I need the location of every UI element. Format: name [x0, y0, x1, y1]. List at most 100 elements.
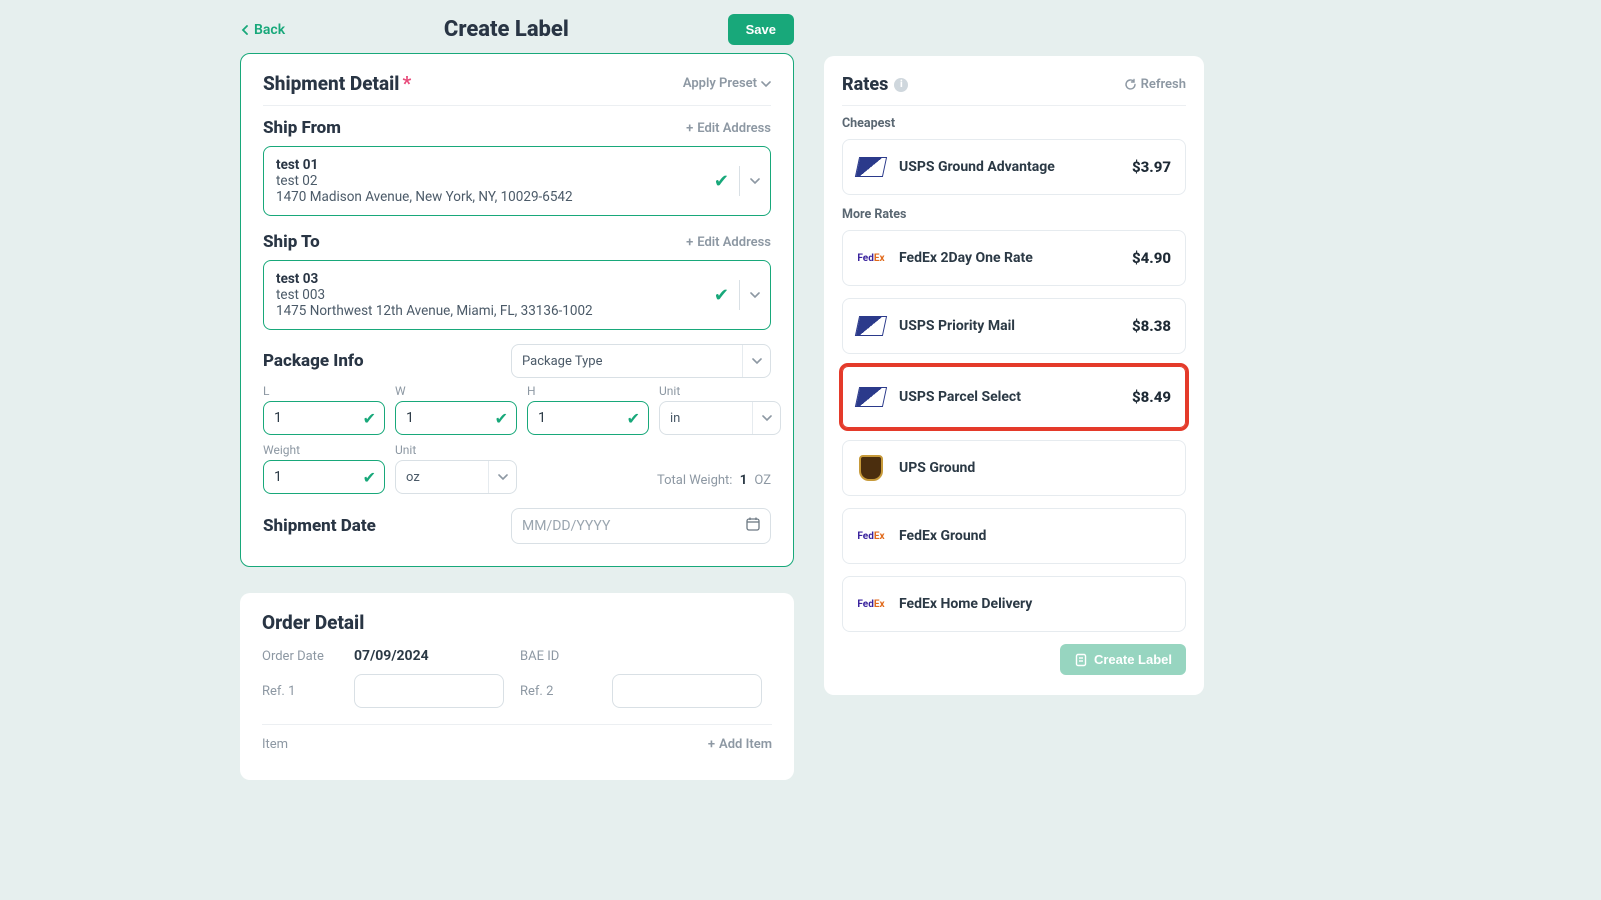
add-item-link[interactable]: + Add Item — [708, 737, 772, 752]
back-link[interactable]: Back — [240, 22, 285, 38]
ship-to-line2: test 003 — [276, 287, 758, 303]
rate-price: $8.38 — [1132, 317, 1171, 335]
height-input[interactable]: 1✔ — [527, 401, 649, 435]
more-rates-label: More Rates — [842, 207, 1186, 222]
ref2-input[interactable] — [612, 674, 762, 708]
fedex-logo-icon: FedEx — [857, 527, 885, 545]
ship-to-name: test 03 — [276, 271, 758, 287]
cheapest-label: Cheapest — [842, 116, 1186, 131]
item-label: Item — [262, 737, 288, 752]
ship-from-name: test 01 — [276, 157, 758, 173]
ship-from-title: Ship From — [263, 118, 341, 138]
rate-price: $8.49 — [1132, 388, 1171, 406]
shipment-detail-card: Shipment Detail* Apply Preset Ship From … — [240, 53, 794, 567]
check-icon: ✔ — [495, 409, 508, 428]
order-date-value: 07/09/2024 — [354, 648, 514, 664]
rate-item[interactable]: FedEx FedEx 2Day One Rate $4.90 — [842, 230, 1186, 286]
ref2-label: Ref. 2 — [520, 684, 606, 699]
check-icon: ✔ — [363, 409, 376, 428]
check-icon: ✔ — [704, 285, 739, 306]
rate-name: FedEx Ground — [899, 528, 1157, 544]
order-detail-title: Order Detail — [262, 611, 772, 634]
ship-from-dropdown[interactable] — [740, 176, 770, 186]
refresh-link[interactable]: Refresh — [1124, 77, 1186, 92]
package-info-title: Package Info — [263, 351, 364, 371]
rate-name: FedEx Home Delivery — [899, 596, 1157, 612]
rate-name: USPS Priority Mail — [899, 318, 1118, 334]
chevron-down-icon — [750, 176, 760, 186]
check-icon: ✔ — [627, 409, 640, 428]
length-input[interactable]: 1✔ — [263, 401, 385, 435]
usps-logo-icon — [857, 388, 885, 406]
order-detail-card: Order Detail Order Date 07/09/2024 BAE I… — [240, 593, 794, 780]
chevron-left-icon — [240, 25, 250, 35]
rate-price: $4.90 — [1132, 249, 1171, 267]
ship-to-full: 1475 Northwest 12th Avenue, Miami, FL, 3… — [276, 303, 758, 319]
rate-item[interactable]: USPS Priority Mail $8.38 — [842, 298, 1186, 354]
rate-price: $3.97 — [1132, 158, 1171, 176]
fedex-logo-icon: FedEx — [857, 595, 885, 613]
rate-name: USPS Parcel Select — [899, 389, 1118, 405]
required-star: * — [402, 72, 411, 95]
length-label: L — [263, 384, 385, 398]
width-label: W — [395, 384, 517, 398]
back-label: Back — [254, 22, 285, 38]
shipment-date-input[interactable]: MM/DD/YYYY — [511, 508, 771, 544]
plus-icon: + — [686, 121, 693, 136]
ship-to-address-box[interactable]: test 03 test 003 1475 Northwest 12th Ave… — [263, 260, 771, 330]
rates-card: Rates i Refresh Cheapest USPS Ground Adv… — [824, 56, 1204, 695]
rate-item[interactable]: FedEx FedEx Ground — [842, 508, 1186, 564]
chevron-down-icon — [488, 461, 516, 493]
usps-logo-icon — [857, 317, 885, 335]
weight-label: Weight — [263, 443, 385, 457]
calendar-icon — [746, 517, 760, 535]
ups-logo-icon — [857, 459, 885, 477]
edit-ship-from-link[interactable]: + Edit Address — [686, 121, 771, 136]
check-icon: ✔ — [363, 468, 376, 487]
total-weight: Total Weight: 1 OZ — [527, 473, 771, 494]
rate-item[interactable]: USPS Parcel Select $8.49 — [842, 366, 1186, 428]
rate-name: FedEx 2Day One Rate — [899, 250, 1118, 266]
plus-icon: + — [708, 737, 715, 752]
weight-input[interactable]: 1✔ — [263, 460, 385, 494]
chevron-down-icon — [742, 345, 770, 377]
height-label: H — [527, 384, 649, 398]
info-icon: i — [894, 78, 908, 92]
rates-title: Rates i — [842, 74, 908, 95]
order-date-label: Order Date — [262, 649, 348, 664]
page-title: Create Label — [444, 17, 569, 42]
apply-preset-link[interactable]: Apply Preset — [683, 76, 771, 91]
edit-ship-to-link[interactable]: + Edit Address — [686, 235, 771, 250]
save-button[interactable]: Save — [728, 14, 794, 45]
shipment-date-title: Shipment Date — [263, 516, 376, 536]
ship-to-dropdown[interactable] — [740, 290, 770, 300]
chevron-down-icon — [761, 79, 771, 89]
refresh-icon — [1124, 78, 1137, 91]
rate-name: USPS Ground Advantage — [899, 159, 1118, 175]
check-icon: ✔ — [704, 171, 739, 192]
dim-unit-label: Unit — [659, 384, 781, 398]
wt-unit-label: Unit — [395, 443, 517, 457]
usps-logo-icon — [857, 158, 885, 176]
ship-from-full: 1470 Madison Avenue, New York, NY, 10029… — [276, 189, 758, 205]
wt-unit-select[interactable]: oz — [395, 460, 517, 494]
fedex-logo-icon: FedEx — [857, 249, 885, 267]
width-input[interactable]: 1✔ — [395, 401, 517, 435]
bae-id-label: BAE ID — [520, 649, 606, 664]
document-icon — [1074, 653, 1088, 667]
ref1-input[interactable] — [354, 674, 504, 708]
chevron-down-icon — [750, 290, 760, 300]
ship-to-title: Ship To — [263, 232, 320, 252]
create-label-button[interactable]: Create Label — [1060, 644, 1186, 675]
ship-from-line2: test 02 — [276, 173, 758, 189]
rate-name: UPS Ground — [899, 460, 1157, 476]
dim-unit-select[interactable]: in — [659, 401, 781, 435]
chevron-down-icon — [752, 402, 780, 434]
package-type-select[interactable]: Package Type — [511, 344, 771, 378]
plus-icon: + — [686, 235, 693, 250]
shipment-detail-title: Shipment Detail* — [263, 72, 411, 95]
rate-item[interactable]: FedEx FedEx Home Delivery — [842, 576, 1186, 632]
ship-from-address-box[interactable]: test 01 test 02 1470 Madison Avenue, New… — [263, 146, 771, 216]
rate-item-cheapest[interactable]: USPS Ground Advantage $3.97 — [842, 139, 1186, 195]
rate-item[interactable]: UPS Ground — [842, 440, 1186, 496]
